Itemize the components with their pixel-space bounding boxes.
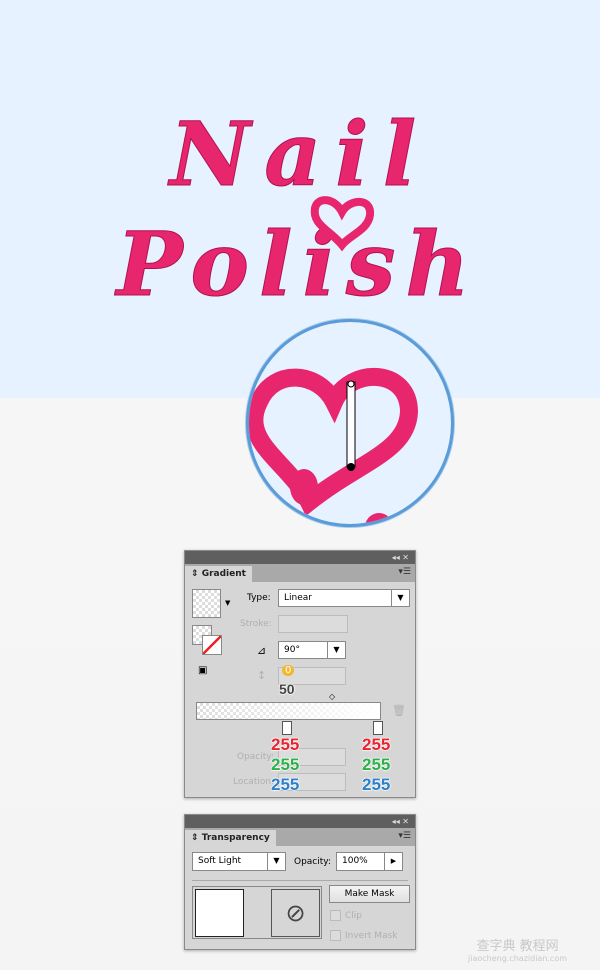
stop-left-blue: 255: [270, 775, 300, 795]
tab-label: Transparency: [201, 833, 270, 843]
stop-right-red: 255: [361, 735, 391, 755]
panel-titlebar[interactable]: ◂◂ ✕: [185, 551, 415, 564]
watermark-line2: jiaocheng.chazidian.com: [468, 954, 568, 963]
stop-right-rgb: 255 255 255: [361, 735, 391, 795]
midpoint-diamond[interactable]: ◇: [329, 692, 335, 701]
panel-titlebar[interactable]: ◂◂ ✕: [185, 815, 415, 828]
panel-menu-icon[interactable]: ▾☰: [398, 567, 411, 577]
stroke-none-swatch[interactable]: [202, 635, 222, 655]
magnifier-circle: [246, 319, 454, 527]
opacity-label: Opacity:: [237, 752, 274, 762]
clip-checkbox[interactable]: [330, 910, 341, 921]
stop-left-green: 255: [270, 755, 300, 775]
swatch-dropdown-icon[interactable]: ▼: [225, 599, 230, 607]
object-thumbnail[interactable]: [195, 889, 244, 937]
type-value: Linear: [284, 593, 312, 603]
gradient-slider[interactable]: [196, 702, 381, 720]
invert-mask-label: Invert Mask: [345, 931, 398, 941]
tab-gradient[interactable]: ⇕ Gradient: [185, 566, 252, 582]
opacity-label: Opacity:: [294, 857, 331, 867]
type-label: Type:: [247, 593, 271, 603]
invert-mask-checkbox[interactable]: [330, 930, 341, 941]
gradient-swatch[interactable]: [192, 589, 221, 618]
gradient-stop-left[interactable]: [282, 721, 292, 735]
gradient-stop-right[interactable]: [373, 721, 383, 735]
make-mask-button[interactable]: Make Mask: [329, 885, 410, 903]
stop-right-blue: 255: [361, 775, 391, 795]
tab-transparency[interactable]: ⇕ Transparency: [185, 830, 276, 846]
stroke-gradient-buttons: [278, 615, 348, 633]
tab-label: Gradient: [201, 569, 246, 579]
angle-value: 90°: [284, 645, 300, 655]
blend-mode-value: Soft Light: [198, 856, 242, 866]
opacity-input[interactable]: 100% ▶: [336, 852, 403, 871]
panel-menu-icon[interactable]: ▾☰: [398, 831, 411, 841]
stop-left-red: 255: [270, 735, 300, 755]
lettering-line2: Polish: [114, 212, 480, 316]
watermark: 查字典 教程网 jiaocheng.chazidian.com: [468, 935, 567, 963]
midpoint-value: 50: [279, 681, 296, 698]
clip-label: Clip: [345, 911, 362, 921]
trash-icon[interactable]: 🗑: [392, 704, 406, 717]
stop-left-rgb: 255 255 255: [270, 735, 300, 795]
transparency-panel: ◂◂ ✕ ⇕ Transparency ▾☰ Soft Light ▼ Opacit…: [184, 814, 416, 950]
angle-input[interactable]: 90° ▼: [278, 641, 346, 659]
zoomed-heart: [249, 368, 419, 524]
aspect-ratio-icon: ↕: [257, 669, 267, 682]
reverse-gradient-icon[interactable]: ▣: [198, 665, 207, 676]
gradient-panel: ◂◂ ✕ ⇕ Gradient ▾☰ ▼ ▣ Type: Linear ▼ Stro…: [184, 550, 416, 798]
stroke-label: Stroke:: [240, 619, 272, 629]
angle-icon: ⊿: [257, 644, 267, 657]
blend-mode-select[interactable]: Soft Light ▼: [192, 852, 286, 871]
divider: [192, 880, 408, 881]
watermark-line1: 查字典 教程网: [476, 939, 559, 954]
lettering-line1: Nail: [167, 102, 430, 206]
opacity-value: 100%: [342, 856, 368, 866]
location-label: Location:: [233, 777, 275, 787]
stop-right-green: 255: [361, 755, 391, 775]
gradient-annotator[interactable]: [346, 381, 356, 468]
no-mask-icon: ⊘: [271, 889, 320, 937]
type-select[interactable]: Linear ▼: [278, 589, 410, 607]
